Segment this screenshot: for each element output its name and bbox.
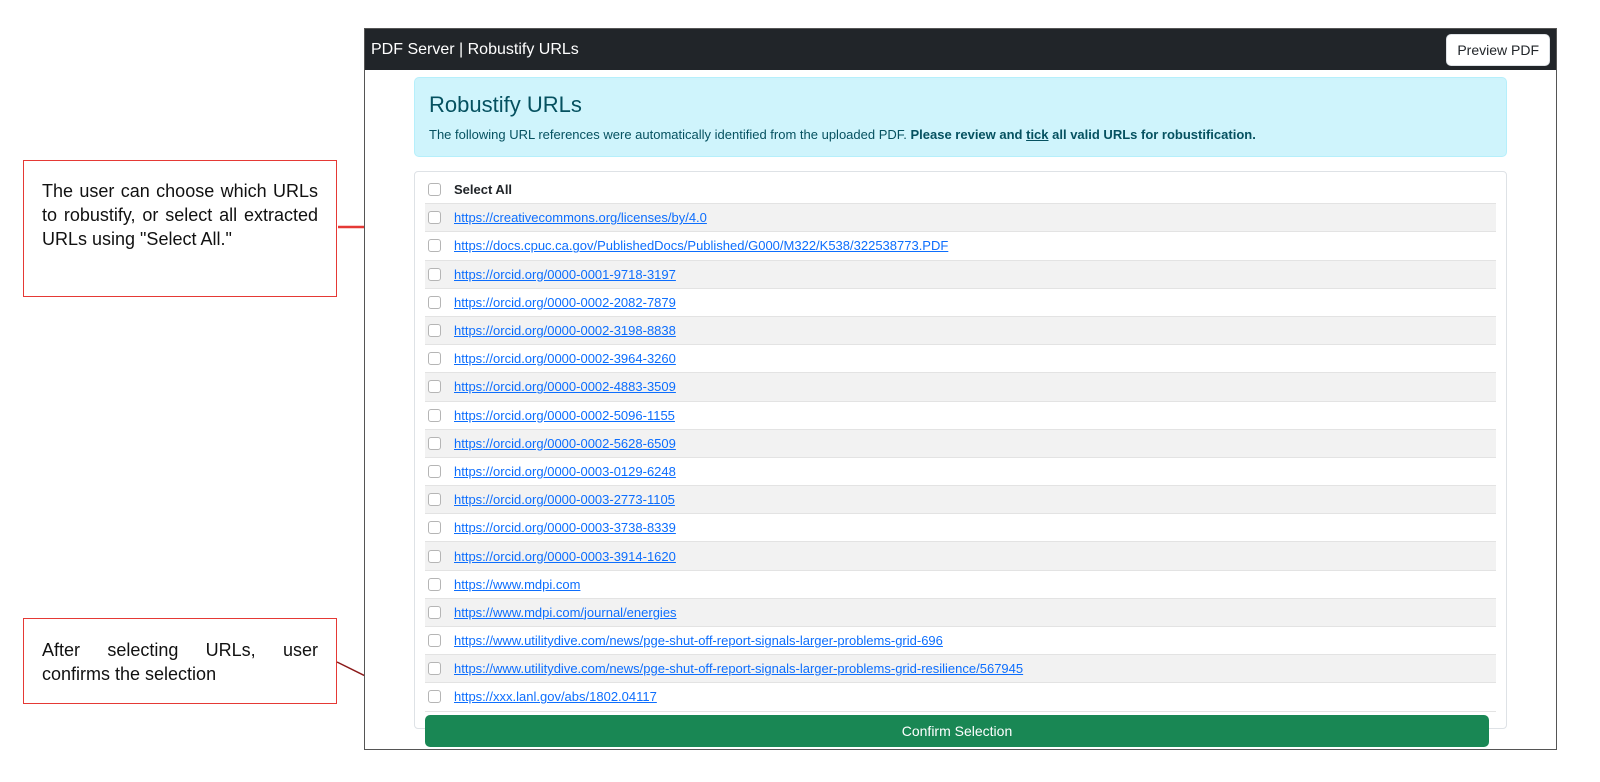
url-link[interactable]: https://www.utilitydive.com/news/pge-shu… xyxy=(454,633,943,648)
url-link[interactable]: https://orcid.org/0000-0003-0129-6248 xyxy=(454,464,676,479)
url-checkbox[interactable] xyxy=(428,690,441,704)
alert-text-bold-2: all valid URLs for robustification. xyxy=(1048,127,1256,142)
url-link[interactable]: https://orcid.org/0000-0002-5096-1155 xyxy=(454,408,675,423)
alert-text-bold-1: Please review and xyxy=(910,127,1027,142)
annotation-text-confirm: After selecting URLs, user confirms the … xyxy=(42,640,318,684)
annotation-text-choose-urls: The user can choose which URLs to robust… xyxy=(42,181,318,249)
url-row[interactable]: https://orcid.org/0000-0001-9718-3197 xyxy=(425,260,1496,289)
url-checkbox[interactable] xyxy=(428,549,441,563)
url-row[interactable]: https://www.mdpi.com/journal/energies xyxy=(425,598,1496,627)
url-row[interactable]: https://xxx.lanl.gov/abs/1802.04117 xyxy=(425,683,1496,712)
url-link[interactable]: https://docs.cpuc.ca.gov/PublishedDocs/P… xyxy=(454,238,948,253)
url-row[interactable]: https://orcid.org/0000-0002-3964-3260 xyxy=(425,345,1496,374)
url-checkbox[interactable] xyxy=(428,634,441,648)
page-title: Robustify URLs xyxy=(429,92,582,117)
url-link[interactable]: https://orcid.org/0000-0002-4883-3509 xyxy=(454,379,676,394)
navbar-brand[interactable]: PDF Server | Robustify URLs xyxy=(371,41,579,59)
url-list: https://creativecommons.org/licenses/by/… xyxy=(425,204,1496,712)
url-row[interactable]: https://orcid.org/0000-0003-2773-1105 xyxy=(425,486,1496,515)
url-checkbox[interactable] xyxy=(428,352,441,366)
select-all-checkbox[interactable] xyxy=(428,183,441,197)
url-row[interactable]: https://orcid.org/0000-0003-3738-8339 xyxy=(425,514,1496,543)
url-row[interactable]: https://www.mdpi.com xyxy=(425,571,1496,599)
url-checkbox[interactable] xyxy=(428,521,441,535)
info-alert: Robustify URLs The following URL referen… xyxy=(414,77,1507,157)
url-checkbox[interactable] xyxy=(428,436,441,450)
url-row[interactable]: https://orcid.org/0000-0002-2082-7879 xyxy=(425,289,1496,317)
url-checkbox[interactable] xyxy=(428,662,441,676)
url-checkbox[interactable] xyxy=(428,239,441,253)
url-link[interactable]: https://orcid.org/0000-0002-3964-3260 xyxy=(454,351,676,366)
url-row[interactable]: https://docs.cpuc.ca.gov/PublishedDocs/P… xyxy=(425,232,1496,261)
alert-description: The following URL references were automa… xyxy=(429,127,1492,142)
url-checkbox[interactable] xyxy=(428,211,441,225)
url-link[interactable]: https://xxx.lanl.gov/abs/1802.04117 xyxy=(454,689,657,704)
annotation-callout-choose-urls: The user can choose which URLs to robust… xyxy=(23,160,337,297)
confirm-selection-button[interactable]: Confirm Selection xyxy=(425,714,1489,747)
url-checkbox[interactable] xyxy=(428,605,441,619)
url-link[interactable]: https://www.mdpi.com/journal/energies xyxy=(454,605,677,620)
url-link[interactable]: https://orcid.org/0000-0002-3198-8838 xyxy=(454,323,676,338)
annotation-callout-confirm: After selecting URLs, user confirms the … xyxy=(23,618,337,704)
url-checkbox[interactable] xyxy=(428,464,441,478)
url-row[interactable]: https://creativecommons.org/licenses/by/… xyxy=(425,204,1496,233)
url-checkbox[interactable] xyxy=(428,493,441,507)
url-row[interactable]: https://orcid.org/0000-0002-5628-6509 xyxy=(425,429,1496,458)
url-row[interactable]: https://www.utilitydive.com/news/pge-shu… xyxy=(425,627,1496,656)
navbar: PDF Server | Robustify URLs Preview PDF xyxy=(365,29,1556,70)
select-all-label[interactable]: Select All xyxy=(454,182,512,197)
url-link[interactable]: https://orcid.org/0000-0003-2773-1105 xyxy=(454,492,675,507)
url-row[interactable]: https://orcid.org/0000-0002-4883-3509 xyxy=(425,373,1496,402)
url-row[interactable]: https://orcid.org/0000-0003-0129-6248 xyxy=(425,458,1496,487)
preview-pdf-button[interactable]: Preview PDF xyxy=(1446,33,1550,66)
url-link[interactable]: https://www.utilitydive.com/news/pge-shu… xyxy=(454,661,1023,676)
url-link[interactable]: https://orcid.org/0000-0003-3914-1620 xyxy=(454,549,676,564)
url-link[interactable]: https://orcid.org/0000-0002-5628-6509 xyxy=(454,436,676,451)
url-checkbox[interactable] xyxy=(428,380,441,394)
url-link[interactable]: https://orcid.org/0000-0002-2082-7879 xyxy=(454,295,676,310)
alert-text-tick: tick xyxy=(1026,127,1049,142)
url-checkbox[interactable] xyxy=(428,295,441,309)
app-window: PDF Server | Robustify URLs Preview PDF … xyxy=(364,28,1557,750)
select-all-row[interactable]: Select All xyxy=(425,176,1496,205)
url-link[interactable]: https://orcid.org/0000-0003-3738-8339 xyxy=(454,520,676,535)
url-row[interactable]: https://orcid.org/0000-0002-3198-8838 xyxy=(425,316,1496,346)
url-row[interactable]: https://orcid.org/0000-0003-3914-1620 xyxy=(425,542,1496,571)
url-checkbox[interactable] xyxy=(428,577,441,591)
url-link[interactable]: https://www.mdpi.com xyxy=(454,577,580,592)
main-content: Robustify URLs The following URL referen… xyxy=(414,77,1507,747)
alert-text-plain: The following URL references were automa… xyxy=(429,127,911,142)
url-checkbox[interactable] xyxy=(428,324,441,338)
url-link[interactable]: https://creativecommons.org/licenses/by/… xyxy=(454,210,707,225)
url-link[interactable]: https://orcid.org/0000-0001-9718-3197 xyxy=(454,267,676,282)
url-row[interactable]: https://orcid.org/0000-0002-5096-1155 xyxy=(425,402,1496,430)
url-row[interactable]: https://www.utilitydive.com/news/pge-shu… xyxy=(425,655,1496,684)
url-checkbox[interactable] xyxy=(428,408,441,422)
url-checkbox[interactable] xyxy=(428,267,441,281)
url-selection-card: Select All https://creativecommons.org/l… xyxy=(414,171,1507,747)
